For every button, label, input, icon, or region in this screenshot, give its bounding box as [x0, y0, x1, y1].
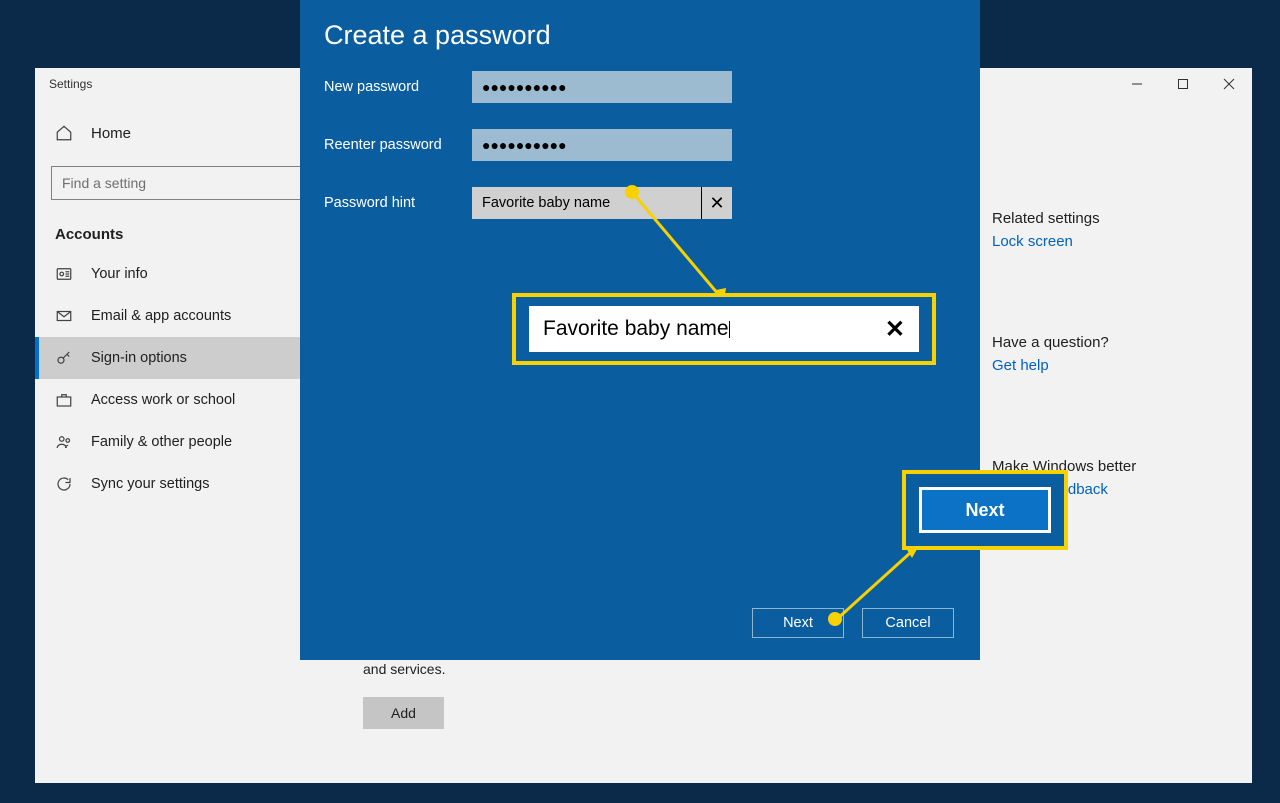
key-icon	[55, 349, 73, 367]
new-password-input[interactable]	[472, 71, 732, 103]
briefcase-icon	[55, 391, 73, 409]
related-settings-heading: Related settings	[992, 210, 1232, 227]
annotation-dot	[828, 612, 842, 626]
cancel-button[interactable]: Cancel	[862, 608, 954, 638]
password-hint-row: Password hint ✕	[324, 187, 956, 219]
user-icon	[55, 265, 73, 283]
sidebar-item-label: Access work or school	[91, 392, 235, 408]
people-icon	[55, 433, 73, 451]
annotation-next-text: Next	[919, 487, 1051, 533]
clear-hint-button[interactable]: ✕	[702, 188, 732, 218]
search-input[interactable]	[51, 166, 339, 200]
close-icon: ✕	[885, 315, 905, 344]
annotation-dot	[625, 185, 639, 199]
sidebar-item-label: Your info	[91, 266, 148, 282]
annotation-hint-zoom: Favorite baby name ✕	[512, 293, 936, 365]
sidebar-home-label: Home	[91, 125, 131, 142]
reenter-password-row: Reenter password	[324, 129, 956, 161]
new-password-label: New password	[324, 79, 454, 95]
sidebar-search	[51, 166, 339, 200]
mail-icon	[55, 307, 73, 325]
question-heading: Have a question?	[992, 334, 1232, 351]
maximize-button[interactable]	[1160, 68, 1206, 100]
sidebar-item-label: Sign-in options	[91, 350, 187, 366]
lock-screen-link[interactable]: Lock screen	[992, 233, 1232, 250]
password-hint-input[interactable]	[472, 187, 702, 219]
sync-icon	[55, 475, 73, 493]
reenter-password-label: Reenter password	[324, 137, 454, 153]
sidebar-item-label: Sync your settings	[91, 476, 209, 492]
password-hint-label: Password hint	[324, 195, 454, 211]
home-icon	[55, 124, 73, 142]
sidebar-item-label: Email & app accounts	[91, 308, 231, 324]
close-button[interactable]	[1206, 68, 1252, 100]
get-help-link[interactable]: Get help	[992, 357, 1232, 374]
annotation-next-zoom: Next	[902, 470, 1068, 550]
reenter-password-input[interactable]	[472, 129, 732, 161]
dialog-title: Create a password	[324, 20, 956, 51]
window-title: Settings	[49, 77, 92, 91]
right-rail: Related settings Lock screen Have a ques…	[992, 100, 1252, 783]
minimize-button[interactable]	[1114, 68, 1160, 100]
sidebar-item-label: Family & other people	[91, 434, 232, 450]
annotation-hint-text: Favorite baby name	[543, 317, 729, 341]
dialog-buttons: Next Cancel	[752, 608, 954, 638]
window-controls	[1114, 68, 1252, 100]
text-caret	[729, 321, 730, 338]
new-password-row: New password	[324, 71, 956, 103]
add-pin-button[interactable]: Add	[363, 697, 444, 729]
